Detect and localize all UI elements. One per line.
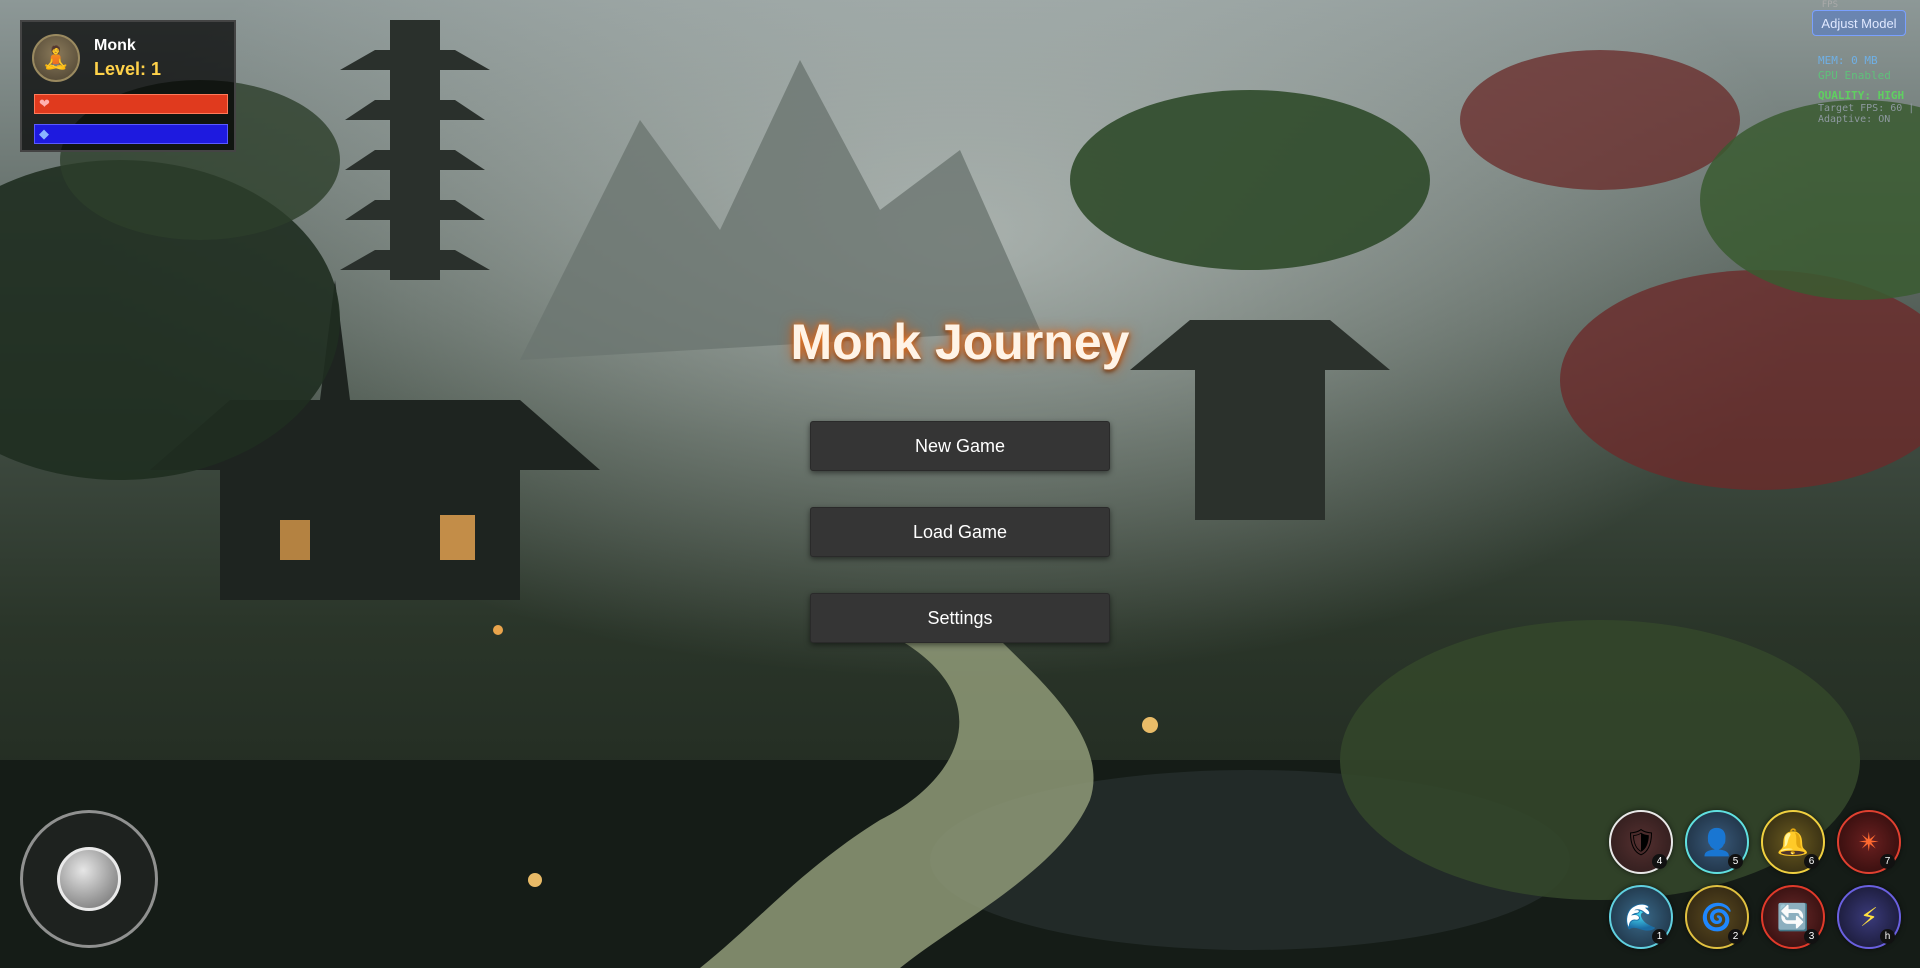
cycle-icon: 🔄: [1776, 901, 1810, 932]
game-title: Monk Journey: [790, 314, 1130, 370]
new-game-button[interactable]: New Game: [810, 421, 1110, 471]
virtual-joystick[interactable]: [20, 810, 158, 948]
target-fps-readout: Target FPS: 60 |: [1818, 103, 1915, 114]
player-level: Level: 1: [94, 59, 162, 79]
bell-icon: 🔔: [1776, 826, 1810, 857]
skill-button-lightning[interactable]: ⚡ h: [1837, 885, 1901, 949]
skill-hotkey: 1: [1652, 929, 1667, 944]
joystick-knob[interactable]: [57, 847, 121, 911]
mana-bar: ◆: [34, 124, 228, 144]
skill-hotkey: h: [1880, 929, 1895, 944]
spiral-icon: 🌀: [1700, 901, 1734, 932]
performance-stats: MEM: 0 MB GPU Enabled QUALITY: HIGH Targ…: [1818, 53, 1914, 125]
shield-icon: 🛡: [1624, 826, 1658, 857]
memory-readout: MEM: 0 MB: [1818, 54, 1878, 67]
health-bar: ❤: [34, 94, 228, 114]
lightning-icon: ⚡: [1859, 901, 1879, 932]
skill-button-spiral[interactable]: 🌀 2: [1685, 885, 1749, 949]
adaptive-readout: Adaptive: ON: [1818, 114, 1891, 125]
skill-hotkey: 5: [1728, 854, 1743, 869]
player-status-panel: 🧘 Monk Level: 1 ❤ ◆: [20, 20, 236, 152]
explosion-icon: ✴: [1858, 826, 1880, 857]
figure-icon: 👤: [1700, 826, 1734, 857]
skill-hotkey: 6: [1804, 854, 1819, 869]
skill-button-shield[interactable]: 🛡 4: [1609, 810, 1673, 874]
skill-hotkey: 2: [1728, 929, 1743, 944]
skill-hotkey: 7: [1880, 854, 1895, 869]
diamond-icon: ◆: [39, 126, 49, 141]
heart-icon: ❤: [39, 96, 50, 111]
skill-button-bell[interactable]: 🔔 6: [1761, 810, 1825, 874]
skill-hotkey: 4: [1652, 854, 1667, 869]
gpu-status: GPU Enabled: [1818, 69, 1891, 82]
fps-label: FPS: [1821, 0, 1838, 10]
skill-button-cycle[interactable]: 🔄 3: [1761, 885, 1825, 949]
settings-button[interactable]: Settings: [810, 593, 1110, 643]
player-name: Monk: [94, 37, 136, 54]
adjust-model-button[interactable]: Adjust Model: [1812, 10, 1906, 36]
quality-readout: QUALITY: HIGH: [1818, 89, 1905, 102]
skill-hotkey: 3: [1804, 929, 1819, 944]
load-game-button[interactable]: Load Game: [810, 507, 1110, 557]
skill-button-explosion[interactable]: ✴ 7: [1837, 810, 1901, 874]
skill-button-figure[interactable]: 👤 5: [1685, 810, 1749, 874]
skill-button-wave[interactable]: 🌊 1: [1609, 885, 1673, 949]
wave-icon: 🌊: [1624, 901, 1658, 932]
meditating-monk-icon: 🧘: [32, 34, 80, 82]
